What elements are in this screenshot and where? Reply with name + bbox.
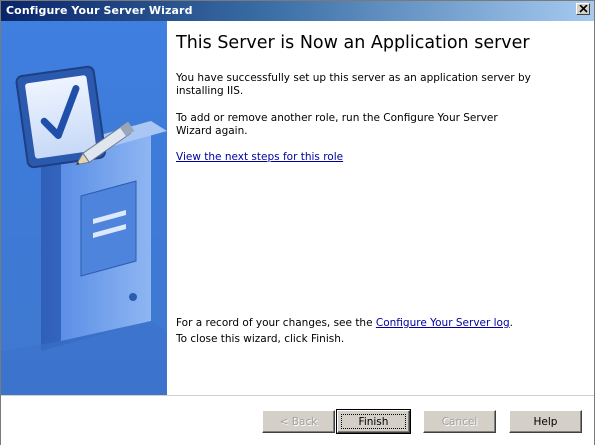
server-checkmark-illustration	[1, 65, 167, 395]
close-icon	[579, 5, 588, 13]
back-button[interactable]: < Back	[262, 410, 335, 433]
button-bar: < Back Finish Cancel Help	[1, 395, 594, 445]
record-message: For a record of your changes, see the Co…	[176, 317, 595, 330]
title-bar[interactable]: Configure Your Server Wizard	[1, 1, 594, 21]
help-button[interactable]: Help	[509, 410, 582, 433]
finish-button[interactable]: Finish	[336, 409, 411, 434]
wizard-window: Configure Your Server Wizard This Server…	[0, 0, 595, 445]
record-prefix: For a record of your changes, see the	[176, 317, 376, 329]
page-title: This Server is Now an Application server	[176, 33, 530, 53]
window-title: Configure Your Server Wizard	[6, 4, 193, 17]
wizard-side-panel	[1, 21, 167, 395]
next-steps-container: View the next steps for this role	[176, 151, 536, 164]
close-instruction: To close this wizard, click Finish.	[176, 333, 345, 345]
add-remove-role-message: To add or remove another role, run the C…	[176, 112, 498, 137]
focus-rect	[341, 414, 406, 429]
success-message: You have successfully set up this server…	[176, 72, 531, 97]
next-steps-link[interactable]: View the next steps for this role	[176, 151, 343, 163]
cancel-button[interactable]: Cancel	[423, 410, 496, 433]
close-button[interactable]	[576, 3, 590, 15]
wizard-content: This Server is Now an Application server…	[167, 21, 594, 395]
record-suffix: .	[509, 317, 513, 329]
server-log-link[interactable]: Configure Your Server log	[376, 317, 510, 329]
